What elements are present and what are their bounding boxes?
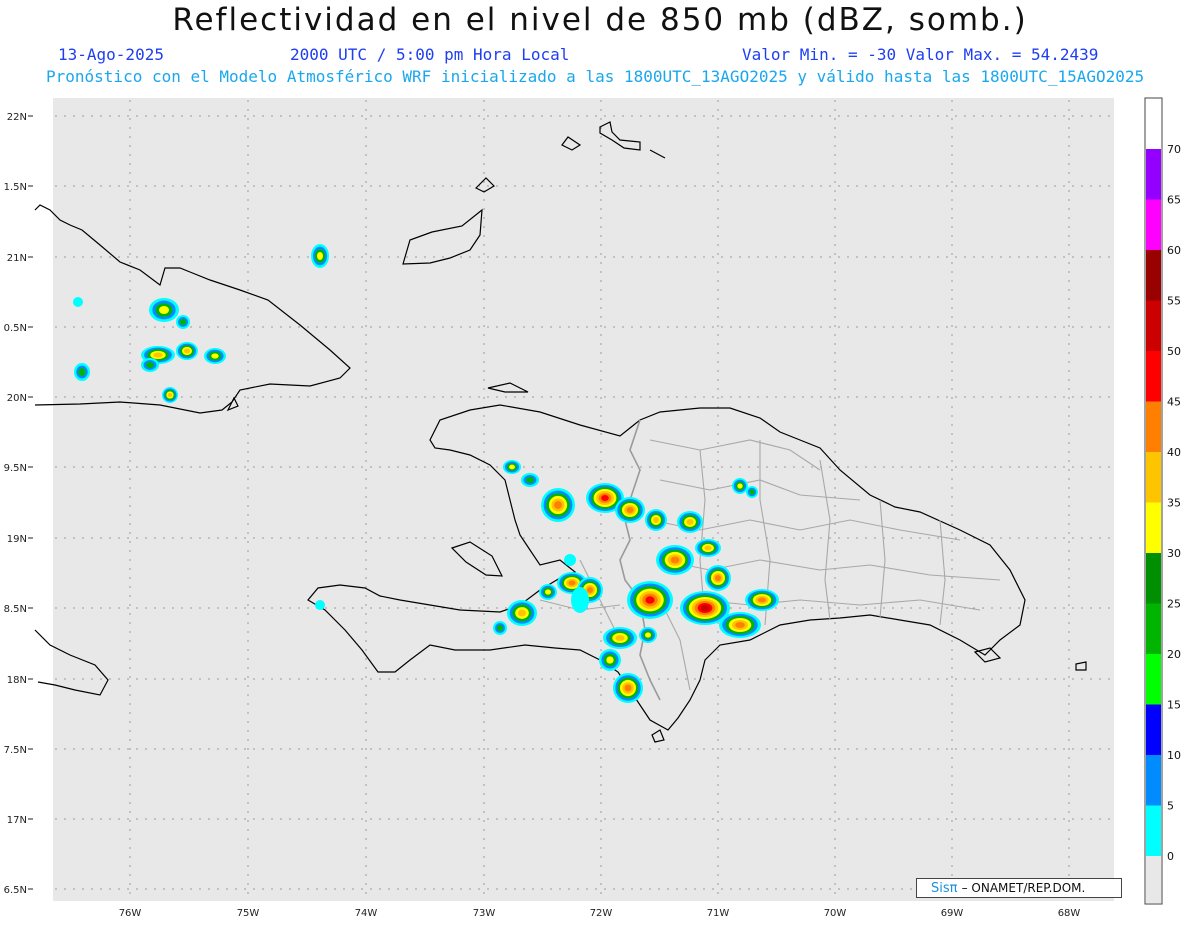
colorbar-segment bbox=[1146, 452, 1161, 503]
reflectivity-contour bbox=[645, 596, 655, 604]
reflectivity-contour bbox=[78, 368, 86, 376]
colorbar-label: 65 bbox=[1167, 194, 1181, 207]
lat-tick-label: 21N bbox=[7, 253, 27, 264]
reflectivity-contour bbox=[497, 625, 503, 631]
colorbar-segment bbox=[1146, 603, 1161, 654]
lon-tick-label: 68W bbox=[1058, 908, 1081, 919]
colorbar-label: 20 bbox=[1167, 648, 1181, 661]
colorbar-segment bbox=[1146, 300, 1161, 351]
reflectivity-contour bbox=[758, 597, 766, 603]
reflectivity-contour bbox=[686, 519, 694, 525]
lon-tick-label: 76W bbox=[119, 908, 142, 919]
colorbar-label: 0 bbox=[1167, 850, 1174, 863]
lat-tick-label: 1.5N bbox=[4, 182, 27, 193]
colorbar: 7065605550454035302520151050 bbox=[1146, 143, 1181, 903]
reflectivity-contour bbox=[73, 297, 83, 307]
reflectivity-contour bbox=[653, 517, 659, 523]
lat-tick-label: 18N bbox=[7, 675, 27, 686]
colorbar-segment bbox=[1146, 502, 1161, 553]
colorbar-label: 30 bbox=[1167, 547, 1181, 560]
reflectivity-contour bbox=[554, 501, 562, 509]
reflectivity-contour bbox=[624, 684, 632, 692]
colorbar-segment bbox=[1146, 553, 1161, 604]
reflectivity-contour bbox=[615, 635, 625, 641]
reflectivity-contour bbox=[568, 580, 576, 586]
colorbar-label: 70 bbox=[1167, 143, 1181, 156]
credit-org: – ONAMET/REP.DOM. bbox=[961, 881, 1086, 895]
reflectivity-contour bbox=[180, 319, 186, 325]
colorbar-segment bbox=[1146, 654, 1161, 705]
colorbar-label: 5 bbox=[1167, 800, 1174, 813]
reflectivity-contour bbox=[517, 609, 527, 617]
reflectivity-contour bbox=[184, 348, 190, 354]
lat-tick-label: 0.5N bbox=[4, 323, 27, 334]
reflectivity-map: 76W 75W 74W 73W 72W 71W 70W 69W 68W 22N 1.5N 21N 0.5… bbox=[4, 97, 1181, 919]
lon-tick-label: 75W bbox=[237, 908, 260, 919]
reflectivity-contour bbox=[211, 353, 219, 359]
colorbar-label: 15 bbox=[1167, 699, 1181, 712]
reflectivity-contour bbox=[153, 352, 163, 358]
reflectivity-contour bbox=[545, 589, 551, 595]
reflectivity-contour bbox=[700, 605, 710, 611]
lon-tick-label: 71W bbox=[707, 908, 730, 919]
lon-tick-label: 70W bbox=[824, 908, 847, 919]
colorbar-segment bbox=[1146, 199, 1161, 250]
sis-logo: Sisπ bbox=[931, 881, 958, 896]
reflectivity-contour bbox=[737, 483, 743, 489]
colorbar-segment bbox=[1146, 704, 1161, 755]
reflectivity-contour bbox=[626, 507, 634, 513]
reflectivity-contour bbox=[509, 464, 515, 470]
colorbar-label: 55 bbox=[1167, 295, 1181, 308]
reflectivity-contour bbox=[601, 495, 609, 501]
lon-tick-label: 72W bbox=[590, 908, 613, 919]
colorbar-label: 45 bbox=[1167, 396, 1181, 409]
colorbar-segment bbox=[1146, 351, 1161, 402]
lat-tick-label: 9.5N bbox=[4, 463, 27, 474]
colorbar-segment bbox=[1146, 755, 1161, 806]
lon-tick-label: 69W bbox=[941, 908, 964, 919]
reflectivity-contour bbox=[317, 252, 323, 260]
reflectivity-contour bbox=[146, 362, 154, 368]
reflectivity-contour bbox=[670, 556, 680, 564]
lat-tick-label: 22N bbox=[7, 112, 27, 123]
colorbar-segment bbox=[1146, 401, 1161, 452]
reflectivity-contour bbox=[749, 489, 755, 495]
colorbar-segment bbox=[1146, 856, 1161, 903]
lat-tick-label: 6.5N bbox=[4, 885, 27, 896]
colorbar-label: 50 bbox=[1167, 345, 1181, 358]
lat-tick-label: 20N bbox=[7, 393, 27, 404]
colorbar-segment bbox=[1146, 250, 1161, 301]
lat-tick-label: 17N bbox=[7, 815, 27, 826]
colorbar-label: 60 bbox=[1167, 244, 1181, 257]
colorbar-label: 40 bbox=[1167, 446, 1181, 459]
ocean-background bbox=[53, 98, 1114, 901]
reflectivity-contour bbox=[159, 306, 169, 314]
lon-tick-label: 74W bbox=[355, 908, 378, 919]
reflectivity-contour bbox=[526, 477, 534, 483]
reflectivity-contour bbox=[564, 554, 576, 566]
reflectivity-contour bbox=[571, 587, 589, 613]
reflectivity-contour bbox=[735, 622, 745, 628]
colorbar-label: 35 bbox=[1167, 497, 1181, 510]
reflectivity-contour bbox=[315, 600, 325, 610]
colorbar-label: 10 bbox=[1167, 749, 1181, 762]
reflectivity-contour bbox=[587, 587, 593, 593]
reflectivity-contour bbox=[167, 392, 173, 398]
colorbar-label: 25 bbox=[1167, 598, 1181, 611]
lon-tick-label: 73W bbox=[473, 908, 496, 919]
colorbar-segment bbox=[1146, 805, 1161, 856]
lat-tick-label: 7.5N bbox=[4, 745, 27, 756]
credit-box: Sisπ – ONAMET/REP.DOM. bbox=[916, 878, 1122, 898]
reflectivity-contour bbox=[704, 545, 712, 551]
lat-tick-label: 19N bbox=[7, 534, 27, 545]
reflectivity-contour bbox=[715, 575, 721, 581]
reflectivity-contour bbox=[606, 656, 614, 664]
lat-tick-label: 8.5N bbox=[4, 604, 27, 615]
colorbar-segment bbox=[1146, 149, 1161, 200]
reflectivity-contour bbox=[645, 632, 651, 638]
